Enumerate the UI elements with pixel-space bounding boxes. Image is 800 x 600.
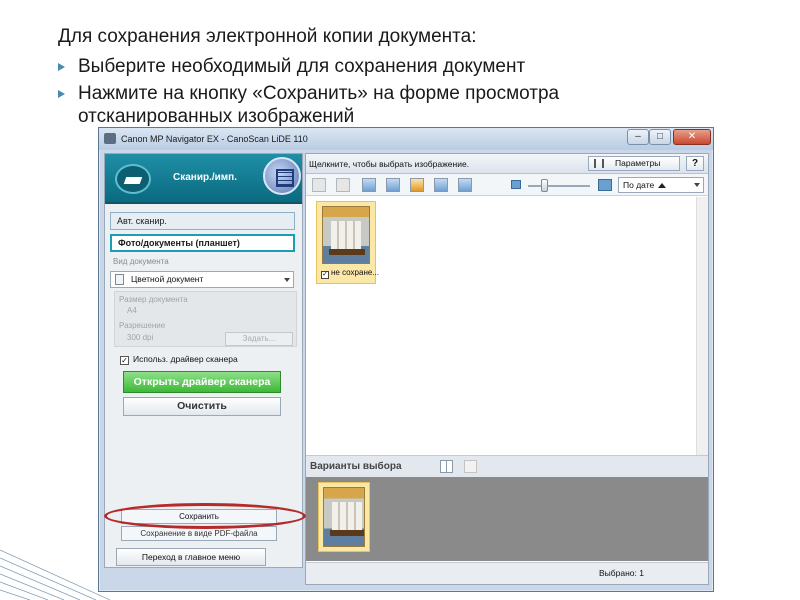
selected-thumbnail[interactable]: [318, 482, 370, 552]
slide-heading: Для сохранения электронной копии докумен…: [58, 26, 477, 47]
scan-settings-group: Размер документа A4 Разрешение 300 dpi З…: [114, 291, 297, 347]
chevron-down-icon: [694, 183, 700, 187]
selection-grid-icon[interactable]: [440, 460, 453, 473]
hint-text: Щелкните, чтобы выбрать изображение.: [309, 159, 470, 169]
save-button[interactable]: Сохранить: [121, 509, 277, 524]
zoom-slider-thumb[interactable]: [541, 179, 548, 192]
set-button: Задать...: [225, 332, 293, 346]
mode-label: Сканир./имп.: [173, 172, 238, 183]
selection-header-label: Варианты выбора: [310, 461, 402, 472]
vertical-scrollbar[interactable]: [696, 197, 708, 455]
doc-type-select[interactable]: Цветной документ: [110, 271, 294, 288]
rotate-right-icon[interactable]: [386, 178, 400, 192]
right-panel: Щелкните, чтобы выбрать изображение. Пар…: [305, 153, 709, 585]
select-all-icon[interactable]: [312, 178, 326, 192]
maximize-button[interactable]: □: [649, 129, 671, 145]
bullet-arrow-icon: [58, 63, 65, 71]
thumbnail-caption-text: не сохране...: [331, 268, 379, 277]
sort-value: По дате: [623, 180, 655, 190]
chevron-down-icon: [284, 278, 290, 282]
use-driver-checkbox[interactable]: ✓ Использ. драйвер сканера: [120, 354, 238, 365]
resolution-label: Разрешение: [119, 321, 166, 330]
bullet-arrow-icon: [58, 90, 65, 98]
minimize-button[interactable]: –: [627, 129, 649, 145]
selection-area: [306, 477, 708, 561]
mode-switch-icon[interactable]: [263, 157, 301, 195]
thumbnail-card[interactable]: ✓ не сохране...: [316, 201, 379, 284]
thumbnail-caption[interactable]: ✓ не сохране...: [321, 268, 379, 279]
status-selected-count: Выбрано: 1: [599, 568, 644, 578]
bullet-list: Выберите необходимый для сохранения доку…: [58, 55, 698, 132]
thumbnail-area: ✓ не сохране...: [306, 197, 696, 455]
use-driver-label: Использ. драйвер сканера: [133, 354, 238, 364]
bullet-item: Нажмите на кнопку «Сохранить» на форме п…: [58, 82, 698, 128]
selection-header: Варианты выбора: [306, 455, 708, 477]
auto-scan-button[interactable]: Авт. сканир.: [110, 212, 295, 230]
status-bar: Выбрано: 1: [306, 562, 708, 584]
doc-size-label: Размер документа: [119, 295, 188, 304]
scanner-icon: [115, 164, 151, 194]
flip-icon[interactable]: [410, 178, 424, 192]
selection-clear-icon[interactable]: [464, 460, 477, 473]
zoom-in-icon[interactable]: [598, 179, 612, 191]
bullet-item: Выберите необходимый для сохранения доку…: [58, 55, 698, 78]
zoom-out-icon[interactable]: [511, 180, 521, 189]
document-icon: [115, 274, 124, 285]
app-window: Canon MP Navigator EX - CanoScan LiDE 11…: [98, 127, 714, 592]
decorative-lines-icon: [0, 549, 110, 600]
ship-image-thumbnail[interactable]: [322, 206, 370, 264]
doc-type-value: Цветной документ: [131, 274, 204, 284]
sort-select[interactable]: По дате: [618, 177, 704, 193]
doc-size-value: A4: [127, 306, 137, 315]
image-correct-icon[interactable]: [458, 178, 472, 192]
save-pdf-button[interactable]: Сохранение в виде PDF-файла: [121, 526, 277, 541]
sort-ascending-icon[interactable]: [658, 183, 667, 188]
window-title: Canon MP Navigator EX - CanoScan LiDE 11…: [121, 134, 308, 144]
photo-documents-button[interactable]: Фото/документы (планшет): [110, 234, 295, 252]
ship-image-thumbnail[interactable]: [323, 487, 365, 547]
doc-type-label: Вид документа: [113, 257, 169, 266]
checkbox-checked-icon[interactable]: ✓: [321, 271, 329, 279]
zoom-slider-track[interactable]: [528, 185, 590, 187]
bullet-text: Выберите необходимый для сохранения доку…: [78, 56, 526, 77]
mode-header: Сканир./имп.: [105, 154, 302, 204]
window-titlebar[interactable]: Canon MP Navigator EX - CanoScan LiDE 11…: [99, 128, 713, 150]
tools-icon: [594, 159, 604, 168]
parameters-button[interactable]: Параметры: [588, 156, 680, 171]
main-menu-button[interactable]: Переход в главное меню: [116, 548, 266, 566]
image-toolbar: По дате: [306, 174, 708, 196]
grid-view-icon[interactable]: [336, 178, 350, 192]
left-panel: Сканир./имп. Авт. сканир. Фото/документы…: [104, 153, 303, 568]
open-driver-button[interactable]: Открыть драйвер сканера: [123, 371, 281, 393]
close-button[interactable]: ✕: [673, 129, 711, 145]
rotate-left-icon[interactable]: [362, 178, 376, 192]
resolution-value: 300 dpi: [127, 333, 154, 342]
crop-icon[interactable]: [434, 178, 448, 192]
bullet-text: Нажмите на кнопку «Сохранить» на форме п…: [78, 83, 560, 127]
hint-bar: Щелкните, чтобы выбрать изображение. Пар…: [306, 154, 708, 174]
checkbox-checked-icon[interactable]: ✓: [120, 356, 129, 365]
parameters-label: Параметры: [615, 158, 661, 168]
help-button[interactable]: ?: [686, 156, 704, 171]
app-icon: [104, 133, 116, 144]
clear-button[interactable]: Очистить: [123, 397, 281, 416]
